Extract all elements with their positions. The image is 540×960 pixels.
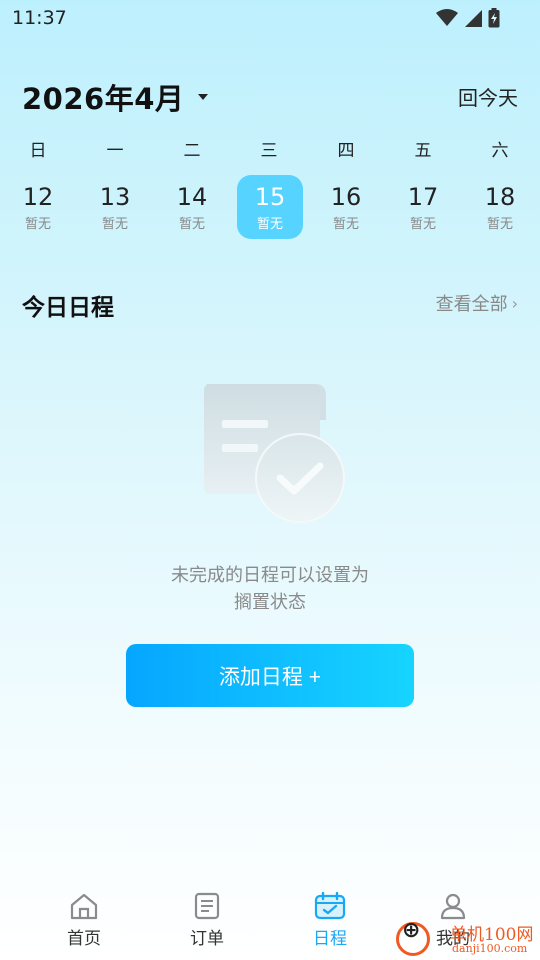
status-bar: 11:37 xyxy=(0,0,540,36)
date-number: 15 xyxy=(254,183,286,211)
date-status: 暂无 xyxy=(24,217,51,232)
section-title: 今日日程 xyxy=(22,295,114,321)
date-number: 13 xyxy=(99,183,131,211)
date-status: 暂无 xyxy=(486,217,513,232)
date-cell[interactable]: 13 暂无 xyxy=(82,175,148,239)
user-icon xyxy=(440,893,466,920)
empty-state-message: 未完成的日程可以设置为 搁置状态 xyxy=(120,562,420,616)
view-all-link[interactable]: 查看全部 › xyxy=(436,290,518,316)
nav-label: 日程 xyxy=(313,929,347,949)
watermark-logo: ⊕ 单机100网 danji100.com xyxy=(390,918,540,960)
nav-label: 首页 xyxy=(67,929,101,949)
watermark-url: danji100.com xyxy=(452,942,528,955)
chevron-right-icon: › xyxy=(511,293,518,313)
order-icon xyxy=(194,892,220,920)
status-time: 11:37 xyxy=(12,7,67,29)
empty-state-line: 搁置状态 xyxy=(234,592,306,613)
cellular-signal-icon xyxy=(465,10,482,27)
nav-item-orders[interactable]: 订单 xyxy=(162,892,252,949)
battery-charging-icon xyxy=(488,8,500,28)
nav-item-schedule[interactable]: 日程 xyxy=(285,892,375,949)
date-status: 暂无 xyxy=(101,217,128,232)
empty-schedule-illustration xyxy=(204,384,345,523)
empty-state-line: 未完成的日程可以设置为 xyxy=(171,565,369,586)
weekday-header: 日 一 二 三 四 五 六 xyxy=(0,136,540,164)
home-icon xyxy=(70,893,98,920)
date-cell[interactable]: 18 暂无 xyxy=(467,175,533,239)
date-cell-selected[interactable]: 15 暂无 xyxy=(237,175,303,239)
date-number: 18 xyxy=(484,183,516,211)
date-cell[interactable]: 14 暂无 xyxy=(159,175,225,239)
month-picker[interactable]: 2026年4月 xyxy=(22,76,209,118)
view-all-label: 查看全部 xyxy=(435,294,508,315)
date-cell[interactable]: 16 暂无 xyxy=(313,175,379,239)
weekday-label: 三 xyxy=(260,141,278,161)
date-number: 17 xyxy=(407,183,439,211)
wifi-icon xyxy=(436,9,458,26)
calendar-icon xyxy=(314,892,346,920)
add-schedule-button[interactable]: 添加日程 + xyxy=(126,644,414,707)
status-icons xyxy=(436,8,500,28)
nav-item-home[interactable]: 首页 xyxy=(39,892,129,949)
date-number: 14 xyxy=(176,183,208,211)
caret-down-icon xyxy=(198,94,209,100)
date-number: 12 xyxy=(22,183,54,211)
weekday-label: 日 xyxy=(29,141,47,161)
weekday-label: 六 xyxy=(491,141,509,161)
watermark-plus-icon: ⊕ xyxy=(402,918,421,943)
date-number: 16 xyxy=(330,183,362,211)
date-status: 暂无 xyxy=(332,217,359,232)
weekday-label: 一 xyxy=(106,141,124,161)
date-cell[interactable]: 17 暂无 xyxy=(390,175,456,239)
date-status: 暂无 xyxy=(256,217,283,232)
date-status: 暂无 xyxy=(178,217,205,232)
nav-label: 订单 xyxy=(190,929,224,949)
date-status: 暂无 xyxy=(409,217,436,232)
week-date-strip: 12 暂无 13 暂无 14 暂无 15 暂无 16 暂无 17 暂无 18 暂… xyxy=(0,175,540,239)
back-to-today-button[interactable]: 回今天 xyxy=(458,82,518,111)
weekday-label: 五 xyxy=(414,141,432,161)
weekday-label: 四 xyxy=(337,141,355,161)
month-title: 2026年4月 xyxy=(22,82,185,116)
date-cell[interactable]: 12 暂无 xyxy=(5,175,71,239)
weekday-label: 二 xyxy=(183,141,201,161)
